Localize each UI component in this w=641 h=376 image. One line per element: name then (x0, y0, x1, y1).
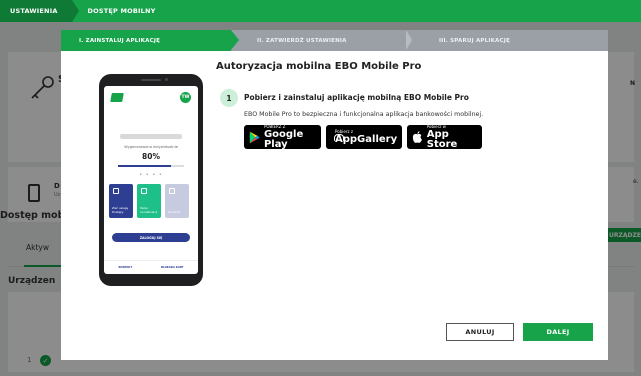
step-number-badge: 1 (220, 89, 238, 107)
app-store-badge[interactable]: Pobierz w App Store (407, 123, 482, 150)
phone-camera (165, 78, 168, 81)
breadcrumb: USTAWIENIA DOSTĘP MOBILNY (0, 0, 641, 22)
wizard-step-confirm: II. ZATWIERDŹ USTAWIENIA (231, 30, 412, 51)
app-pager-dots: • • • • (139, 172, 163, 178)
app-login-button: ZALOGUJ SIĘ (112, 233, 190, 242)
app-progress-bar (118, 165, 184, 167)
app-bottom-contact: KONTAKT (118, 266, 133, 269)
app-bottom-block: BLOKADA KART (161, 266, 184, 269)
app-avatar: TW (180, 92, 191, 103)
wizard-step-pair: III. SPARUJ APLIKACJĘ (439, 37, 510, 44)
app-bottom-bar: KONTAKT BLOKADA KART (104, 260, 198, 274)
app-tile-1: Zleć usługę Dostępy (109, 184, 133, 218)
appgallery-name: AppGallery (335, 133, 398, 145)
phone-mockup-image: TW Wygenerowano indywidualnie 80% • • • … (99, 74, 203, 286)
google-play-small: POBIERZ Z (263, 123, 286, 129)
app-logo-icon (110, 93, 124, 102)
app-store-small: Pobierz w (426, 123, 446, 129)
breadcrumb-mobile-access[interactable]: DOSTĘP MOBILNY (72, 0, 166, 22)
modal-title: Autoryzacja mobilna EBO Mobile Pro (216, 61, 422, 72)
tile-icon (141, 188, 147, 194)
google-play-icon (249, 131, 260, 143)
app-tile-2: Twoje na kalkulacji (137, 184, 161, 218)
tile-icon (169, 188, 175, 194)
phone-speaker (141, 79, 161, 81)
google-play-badge[interactable]: POBIERZ Z Google Play (244, 123, 321, 150)
appgallery-small: Pobierz z (335, 128, 353, 134)
phone-screen: TW Wygenerowano indywidualnie 80% • • • … (104, 86, 198, 274)
app-progress-fill (118, 165, 171, 167)
wizard-step-install: I. ZAINSTALUJ APLIKACJĘ (61, 30, 239, 51)
tile-text: Zleć usługę Dostępy (112, 206, 129, 214)
step-heading: Pobierz i zainstaluj aplikację mobilną E… (244, 93, 469, 102)
step-description: EBO Mobile Pro to bezpieczna i funkcjona… (244, 111, 484, 118)
huawei-appgallery-badge[interactable]: Pobierz z AppGallery (326, 125, 402, 149)
app-store-name: App Store (426, 128, 458, 150)
app-tile-3: Sprawdź (165, 184, 189, 218)
tile-text: Sprawdź (168, 209, 180, 214)
google-play-name: Google Play (263, 128, 304, 150)
mobile-authorization-modal: I. ZAINSTALUJ APLIKACJĘ II. ZATWIERDŹ US… (61, 30, 608, 360)
next-button[interactable]: DALEJ (523, 323, 593, 341)
app-progress-label: Wygenerowano indywidualnie (124, 145, 178, 149)
apple-icon (412, 131, 422, 143)
wizard-steps: I. ZAINSTALUJ APLIKACJĘ II. ZATWIERDŹ US… (61, 30, 608, 51)
tile-text: Twoje na kalkulacji (140, 206, 158, 214)
app-progress-percent: 80% (142, 152, 160, 161)
cancel-button[interactable]: ANULUJ (446, 323, 514, 341)
tile-icon (113, 188, 119, 194)
app-name-placeholder (120, 134, 182, 139)
breadcrumb-settings[interactable]: USTAWIENIA (0, 0, 79, 22)
